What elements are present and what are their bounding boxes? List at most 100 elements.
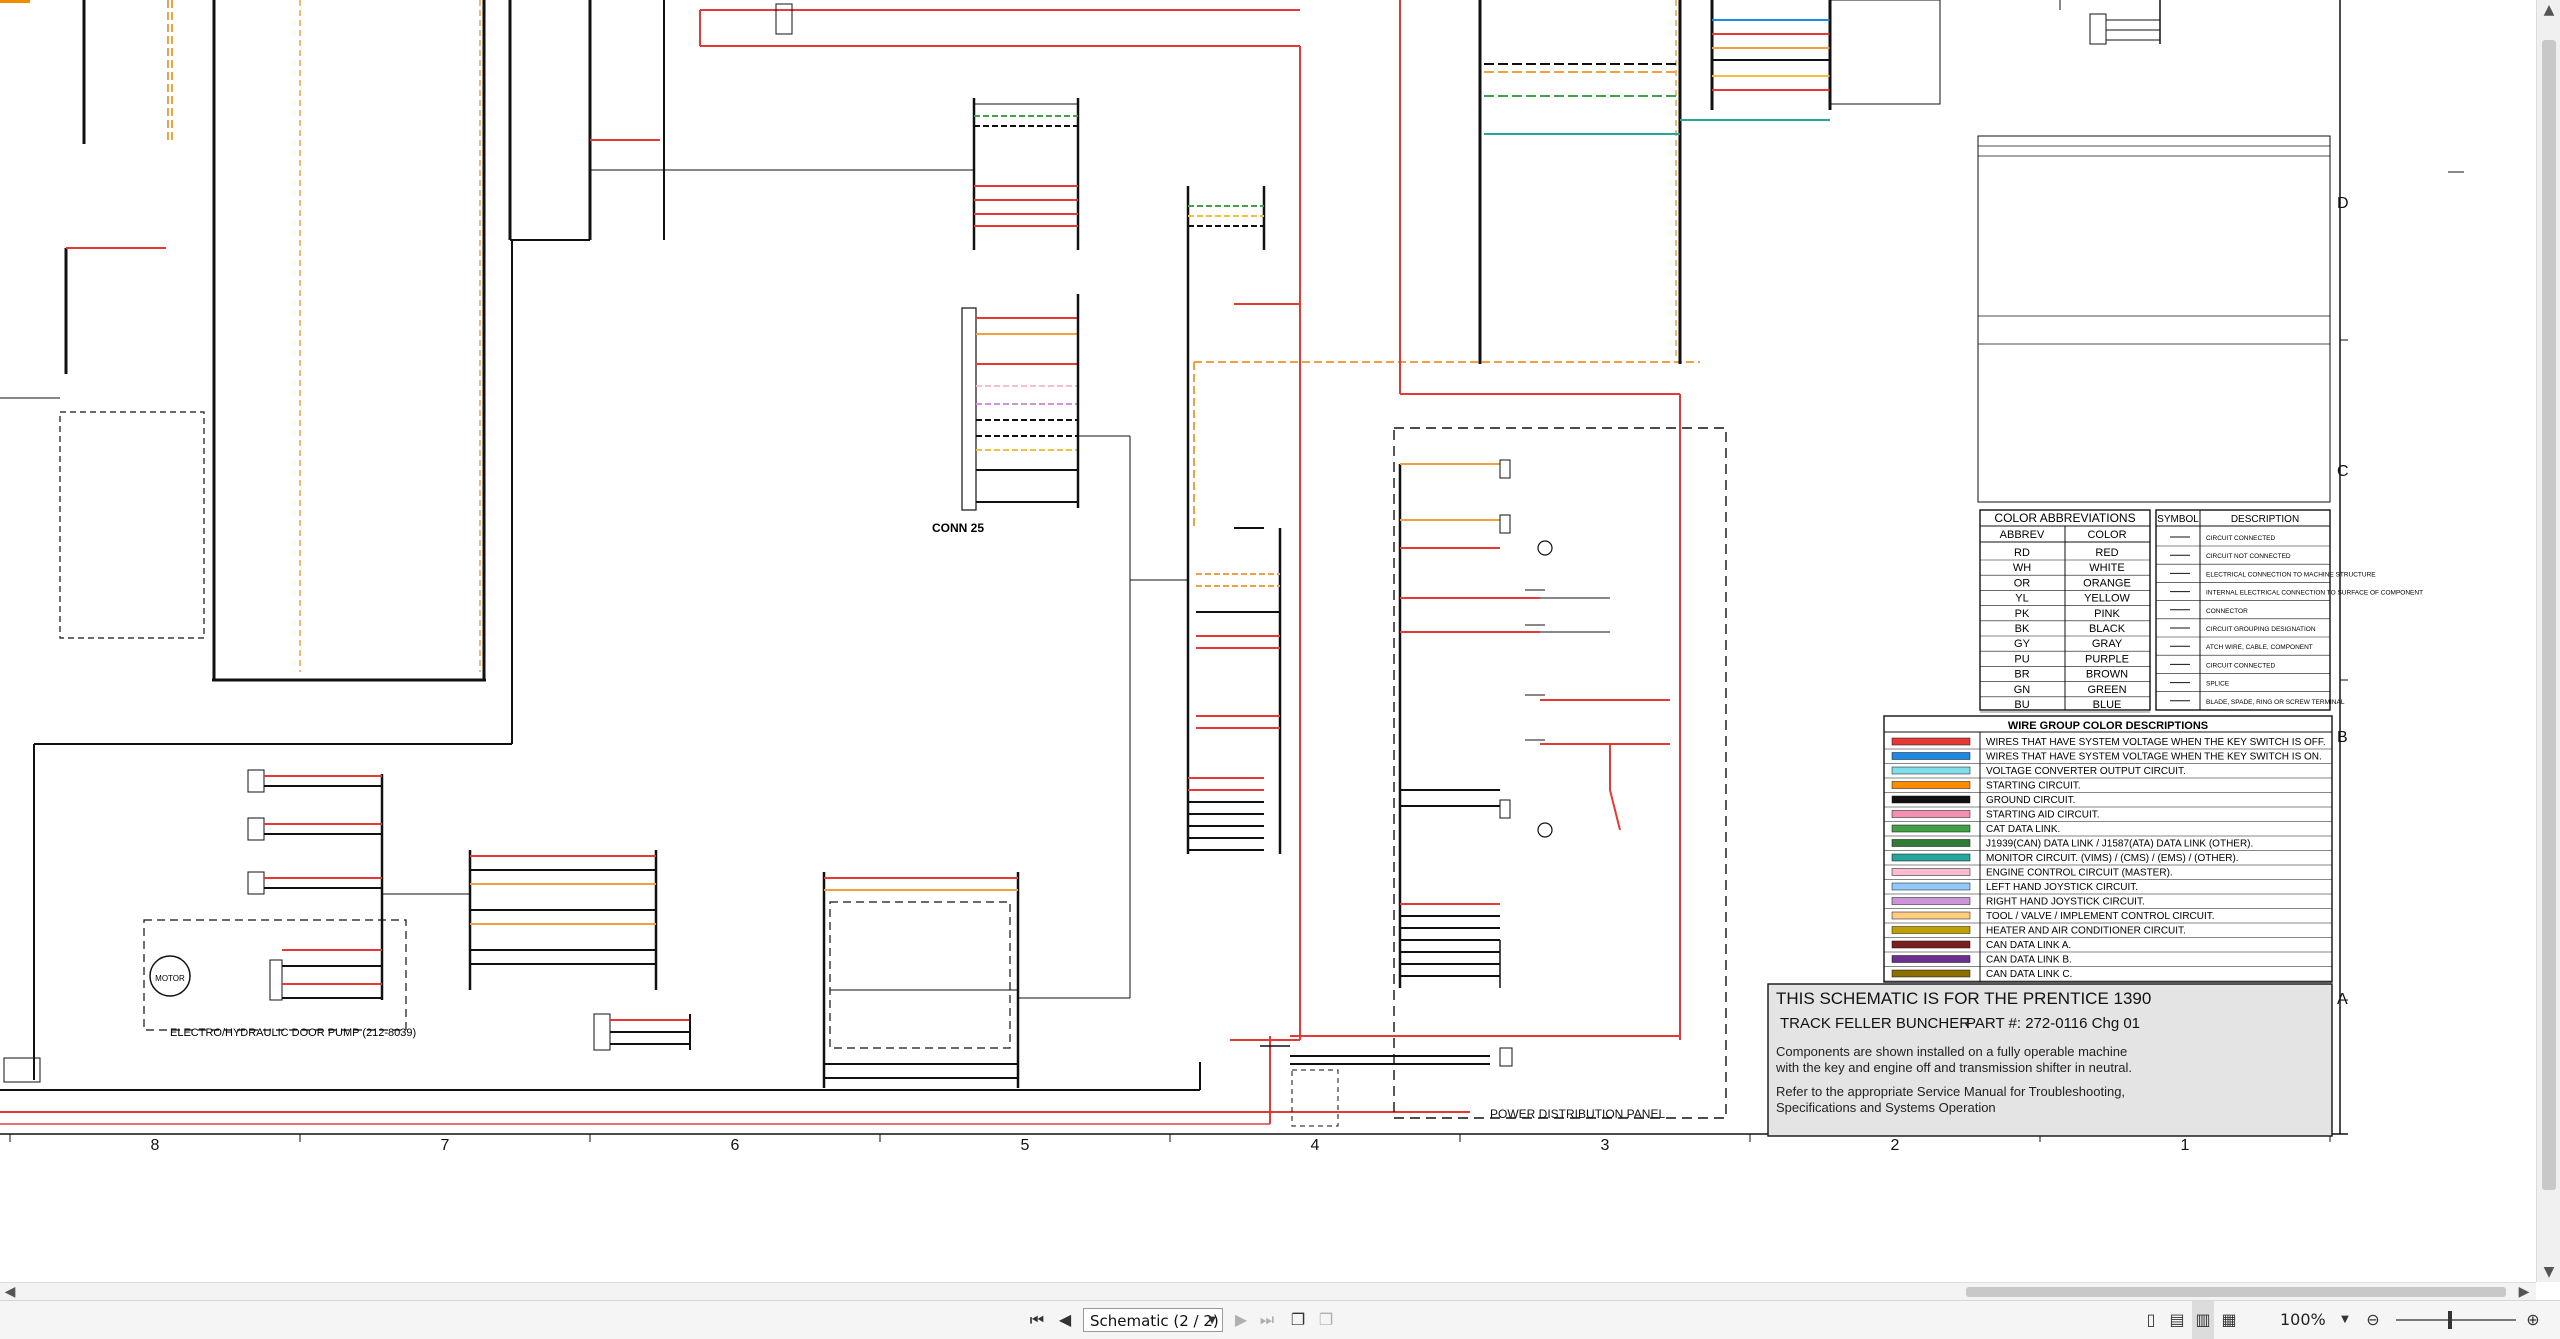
motor-label: MOTOR xyxy=(155,974,185,983)
first-page-icon[interactable]: ⏮ xyxy=(1026,1301,1048,1339)
horizontal-scrollbar[interactable]: ◀ ▶ xyxy=(0,1282,2536,1301)
wire-group-label: J1939(CAN) DATA LINK / J1587(ATA) DATA L… xyxy=(1986,839,2253,850)
symbol-description: CIRCUIT CONNECTED xyxy=(2206,535,2276,542)
wire-color-swatch xyxy=(1891,839,1971,847)
wire-color-swatch xyxy=(1891,940,1971,949)
wire-group-label: HEATER AND AIR CONDITIONER CIRCUIT. xyxy=(1986,926,2186,937)
previous-page-icon[interactable]: ◀ xyxy=(1054,1301,1076,1339)
color-name-cell: BROWN xyxy=(2086,669,2128,681)
scroll-right-arrow-icon[interactable]: ▶ xyxy=(2514,1283,2534,1301)
last-page-icon[interactable]: ⏭ xyxy=(1256,1301,1278,1339)
symbol-description: SPLICE xyxy=(2206,681,2230,688)
vertical-scrollbar[interactable]: ▲ ▼ xyxy=(2536,0,2560,1282)
color-abbrev-header: COLOR ABBREVIATIONS xyxy=(1994,511,2135,525)
scroll-left-arrow-icon[interactable]: ◀ xyxy=(0,1283,20,1301)
symbol-col-header: SYMBOL xyxy=(2157,514,2199,525)
paste-page-icon[interactable]: ❐ xyxy=(1314,1301,1338,1339)
wire-color-swatch xyxy=(1891,781,1971,789)
vertical-scroll-thumb[interactable] xyxy=(2542,40,2556,1190)
horizontal-scroll-thumb[interactable] xyxy=(1966,1287,2506,1297)
zoom-level[interactable]: 100% xyxy=(2280,1301,2326,1339)
abbrev-cell: PU xyxy=(2014,653,2029,665)
page-select[interactable]: Schematic (2 / 2) ▼ xyxy=(1083,1308,1223,1332)
wire-color-swatch xyxy=(1891,969,1971,978)
scroll-down-arrow-icon[interactable]: ▼ xyxy=(2537,1262,2560,1282)
symbol-description: CIRCUIT CONNECTED xyxy=(2206,662,2276,669)
harness-column-4 xyxy=(972,98,1080,250)
wire-group-label: CAN DATA LINK B. xyxy=(1986,955,2072,966)
abbrev-cell: OR xyxy=(2014,577,2031,589)
harness-column-2 xyxy=(212,0,486,682)
wire-group-table: WIRE GROUP COLOR DESCRIPTIONS WIRES THAT… xyxy=(1883,715,2333,983)
wire-group-label: GROUND CIRCUIT. xyxy=(1986,795,2075,806)
zoom-out-icon[interactable]: ⊖ xyxy=(2362,1301,2384,1339)
wire-group-label: WIRES THAT HAVE SYSTEM VOLTAGE WHEN THE … xyxy=(1986,737,2326,748)
color-abbrev-table: COLOR ABBREVIATIONS ABBREV COLOR RD RED WH… xyxy=(1979,509,2151,713)
bottom-connector-block xyxy=(593,1013,691,1051)
wire-group-label: RIGHT HAND JOYSTICK CIRCUIT. xyxy=(1986,897,2145,908)
harness-column-6 xyxy=(1478,0,1682,364)
copy-page-icon[interactable]: ❐ xyxy=(1286,1301,1310,1339)
wire-color-swatch xyxy=(1891,752,1971,760)
wire-color-swatch xyxy=(1891,810,1971,818)
two-page-view-icon[interactable]: ▥ xyxy=(2192,1301,2214,1339)
title-line-2-left: TRACK FELLER BUNCHER xyxy=(1780,1015,1970,1032)
abbrev-cell: GY xyxy=(2014,638,2031,650)
zoom-slider[interactable] xyxy=(2396,1311,2516,1329)
title-line-1: THIS SCHEMATIC IS FOR THE PRENTICE 1390 xyxy=(1776,989,2151,1008)
wire-color-swatch xyxy=(1891,882,1971,891)
scroll-up-arrow-icon[interactable]: ▲ xyxy=(2537,0,2560,20)
color-name-cell: RED xyxy=(2095,547,2118,559)
abbrev-cell: BU xyxy=(2014,699,2029,711)
harness-column-7 xyxy=(1680,0,1941,121)
wire-group-label: ENGINE CONTROL CIRCUIT (MASTER). xyxy=(1986,868,2173,879)
wire-color-swatch xyxy=(1891,955,1971,963)
page-select-value: Schematic (2 / 2) xyxy=(1090,1312,1219,1330)
wire-group-label: STARTING AID CIRCUIT. xyxy=(1986,810,2100,821)
color-name-cell: PINK xyxy=(2094,608,2120,620)
note-line-2: with the key and engine off and transmis… xyxy=(1775,1060,2132,1075)
row-a: A xyxy=(2337,991,2348,1008)
color-name-cell: YELLOW xyxy=(2084,593,2130,605)
wire-group-label: TOOL / VALVE / IMPLEMENT CONTROL CIRCUIT… xyxy=(1986,911,2215,922)
note-line-1: Components are shown installed on a full… xyxy=(1776,1044,2127,1059)
zone-5: 5 xyxy=(1021,1137,1030,1154)
single-page-view-icon[interactable]: ▯ xyxy=(2140,1301,2162,1339)
parts-table xyxy=(1977,135,2331,503)
harness-left-mid xyxy=(64,247,166,374)
color-name-cell: BLACK xyxy=(2089,623,2126,635)
conn25-block xyxy=(961,294,1080,511)
zoom-slider-knob[interactable] xyxy=(2448,1311,2452,1329)
abbrev-cell: BR xyxy=(2014,669,2029,681)
mid-bottom-harness xyxy=(468,850,658,990)
wire-group-label: VOLTAGE CONVERTER OUTPUT CIRCUIT. xyxy=(1986,766,2186,777)
wire-group-label: CAN DATA LINK A. xyxy=(1986,940,2071,951)
wire-color-swatch xyxy=(1891,824,1971,833)
abbrev-cell: GN xyxy=(2014,684,2031,696)
zoom-dropdown-icon[interactable]: ▼ xyxy=(2338,1301,2352,1339)
color-name-cell: WHITE xyxy=(2089,562,2124,574)
symbol-description: BLADE, SPADE, RING OR SCREW TERMINAL xyxy=(2206,699,2345,706)
zoom-in-icon[interactable]: ⊕ xyxy=(2522,1301,2544,1339)
abbrev-cell: BK xyxy=(2015,623,2030,635)
two-page-continuous-view-icon[interactable]: ▦ xyxy=(2218,1301,2240,1339)
pdp-internal-wiring xyxy=(1398,459,1670,988)
viewer-toolbar: ⏮ ◀ Schematic (2 / 2) ▼ ▶ ⏭ ❐ ❐ ▯ ▤ ▥ ▦ … xyxy=(0,1300,2560,1339)
wire-group-label: MONITOR CIRCUIT. (VIMS) / (CMS) / (EMS) … xyxy=(1986,853,2239,864)
continuous-view-icon[interactable]: ▤ xyxy=(2166,1301,2188,1339)
zone-2: 2 xyxy=(1891,1137,1900,1154)
abbrev-col-header: ABBREV xyxy=(2000,529,2045,541)
symbol-description: CONNECTOR xyxy=(2206,608,2248,615)
symbol-description: ELECTRICAL CONNECTION TO MACHINE STRUCTU… xyxy=(2206,571,2376,578)
next-page-icon[interactable]: ▶ xyxy=(1230,1301,1252,1339)
component-top-right xyxy=(2059,0,2161,45)
conn25-label: CONN 25 xyxy=(932,521,984,535)
symbol-description: ATCH WIRE, CABLE, COMPONENT xyxy=(2206,644,2313,651)
row-b: B xyxy=(2337,729,2348,746)
wire-group-label: STARTING CIRCUIT. xyxy=(1986,781,2081,792)
row-d: D xyxy=(2337,195,2349,212)
door-pump-label: ELECTRO/HYDRAULIC DOOR PUMP (212-8039) xyxy=(170,1027,416,1039)
abbrev-cell: WH xyxy=(2013,562,2031,574)
power-dist-label: POWER DISTRIBUTION PANEL xyxy=(1490,1107,1665,1121)
wire-group-label: WIRES THAT HAVE SYSTEM VOLTAGE WHEN THE … xyxy=(1986,752,2322,763)
